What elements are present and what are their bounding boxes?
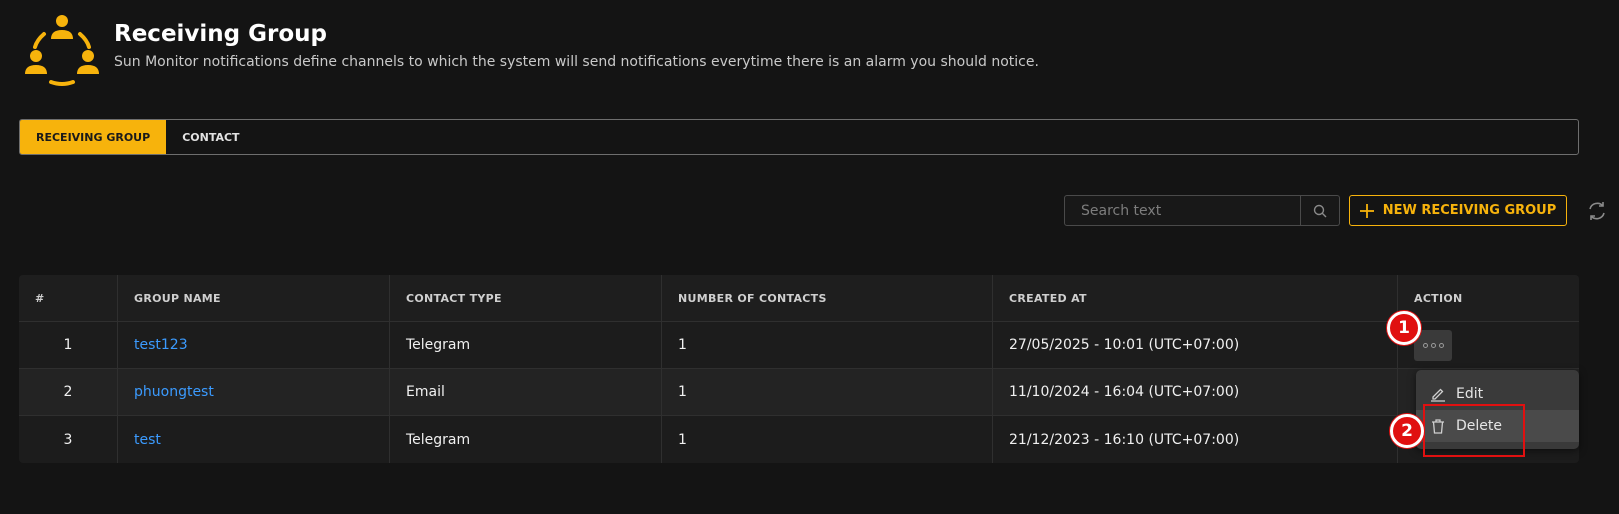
contact-type: Telegram: [390, 322, 662, 368]
contact-type: Email: [390, 369, 662, 415]
step-1-badge: 1: [1387, 311, 1421, 345]
page-header: Receiving Group Sun Monitor notification…: [24, 12, 1039, 88]
search-icon: [1313, 204, 1327, 217]
group-name-link[interactable]: phuongtest: [134, 384, 214, 400]
row-index: 2: [19, 369, 118, 415]
step-2-badge: 2: [1390, 414, 1424, 448]
plus-icon: [1359, 203, 1374, 218]
refresh-button[interactable]: [1585, 199, 1609, 223]
created-at: 11/10/2024 - 16:04 (UTC+07:00): [993, 369, 1398, 415]
number-of-contacts: 1: [662, 369, 993, 415]
contact-type: Telegram: [390, 416, 662, 463]
toolbar: Search text NEW RECEIVING GROUP: [1064, 195, 1609, 226]
search-input[interactable]: Search text: [1064, 195, 1301, 226]
row-index: 1: [19, 322, 118, 368]
table-row: 3 test Telegram 1 21/12/2023 - 16:10 (UT…: [19, 416, 1579, 463]
number-of-contacts: 1: [662, 322, 993, 368]
page-title: Receiving Group: [114, 21, 328, 47]
column-header-created-at: CREATED AT: [993, 275, 1398, 321]
edit-pencil-icon: [1431, 388, 1445, 402]
delete-highlight-box: [1423, 404, 1525, 457]
created-at: 27/05/2025 - 10:01 (UTC+07:00): [993, 322, 1398, 368]
tab-contact[interactable]: CONTACT: [166, 120, 255, 154]
receiving-group-people-icon: [25, 15, 99, 86]
refresh-icon: [1589, 201, 1605, 220]
number-of-contacts: 1: [662, 416, 993, 463]
tab-receiving-group[interactable]: RECEIVING GROUP: [20, 120, 167, 154]
table-row: 1 test123 Telegram 1 27/05/2025 - 10:01 …: [19, 322, 1579, 369]
page-subtitle: Sun Monitor notifications define channel…: [114, 54, 1039, 70]
row-index: 3: [19, 416, 118, 463]
receiving-group-table: # GROUP NAME CONTACT TYPE NUMBER OF CONT…: [19, 275, 1579, 463]
column-header-action: ACTION: [1414, 291, 1463, 305]
group-name-link[interactable]: test123: [134, 337, 188, 353]
column-header-contact-type: CONTACT TYPE: [390, 275, 662, 321]
column-header-number-of-contacts: NUMBER OF CONTACTS: [662, 275, 993, 321]
column-header-group-name: GROUP NAME: [118, 275, 390, 321]
created-at: 21/12/2023 - 16:10 (UTC+07:00): [993, 416, 1398, 463]
group-name-link[interactable]: test: [134, 432, 161, 448]
table-row: 2 phuongtest Email 1 11/10/2024 - 16:04 …: [19, 369, 1579, 416]
column-header-index: #: [19, 275, 118, 321]
tab-bar: RECEIVING GROUP CONTACT: [19, 119, 1579, 155]
more-dots-icon: [1422, 342, 1428, 348]
new-receiving-group-label: NEW RECEIVING GROUP: [1382, 203, 1557, 218]
new-receiving-group-button[interactable]: NEW RECEIVING GROUP: [1349, 195, 1567, 226]
search-button[interactable]: [1301, 195, 1340, 226]
table-header-row: # GROUP NAME CONTACT TYPE NUMBER OF CONT…: [19, 275, 1579, 322]
edit-label: Edit: [1456, 386, 1484, 402]
